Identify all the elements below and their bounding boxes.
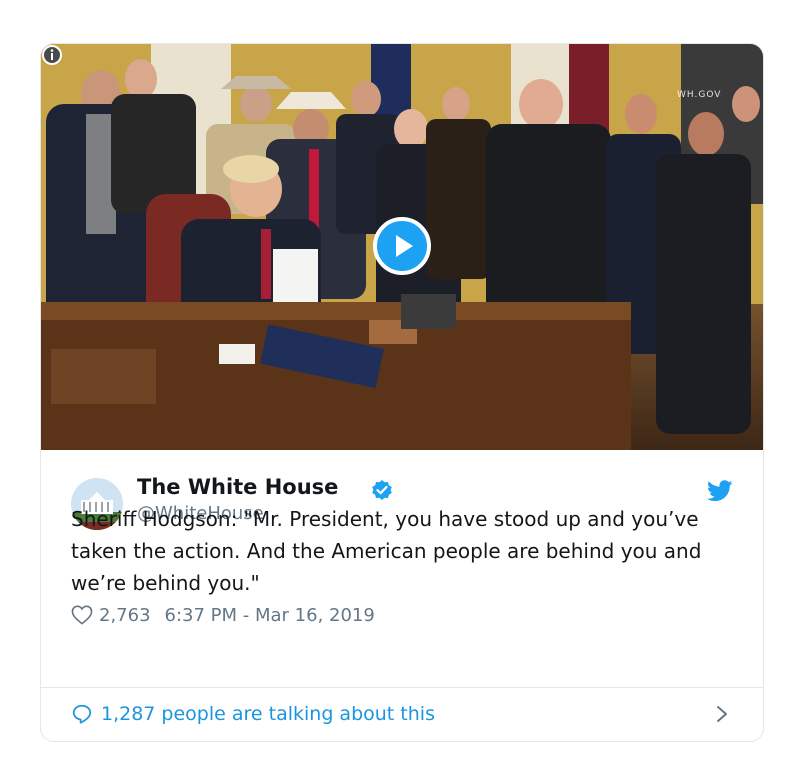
twitter-bird-icon[interactable] xyxy=(707,480,733,502)
talking-about-label: 1,287 people are talking about this xyxy=(101,703,435,725)
tweet-text: Sheriff Hodgson: "Mr. President, you hav… xyxy=(71,507,702,595)
chevron-right-icon[interactable] xyxy=(715,704,729,724)
like-count[interactable]: 2,763 xyxy=(99,605,151,626)
verified-badge-icon xyxy=(372,480,392,500)
talking-about-link[interactable]: 1,287 people are talking about this xyxy=(71,700,435,728)
info-icon[interactable] xyxy=(41,44,63,66)
play-button[interactable] xyxy=(373,217,431,275)
divider xyxy=(41,687,763,688)
video-watermark: WH.GOV xyxy=(677,90,722,100)
video-thumbnail[interactable]: WH.GOV xyxy=(41,44,763,450)
tweet-meta: 2,763 6:37 PM - Mar 16, 2019 xyxy=(71,602,375,628)
heart-icon[interactable] xyxy=(71,605,93,625)
comment-icon xyxy=(72,704,92,724)
embedded-tweet-card: WH.GOV The White House @WhiteHouse Sheri… xyxy=(40,43,764,742)
author-display-name[interactable]: The White House xyxy=(137,475,338,499)
play-icon xyxy=(396,235,413,257)
tweet-timestamp[interactable]: 6:37 PM - Mar 16, 2019 xyxy=(165,605,375,626)
